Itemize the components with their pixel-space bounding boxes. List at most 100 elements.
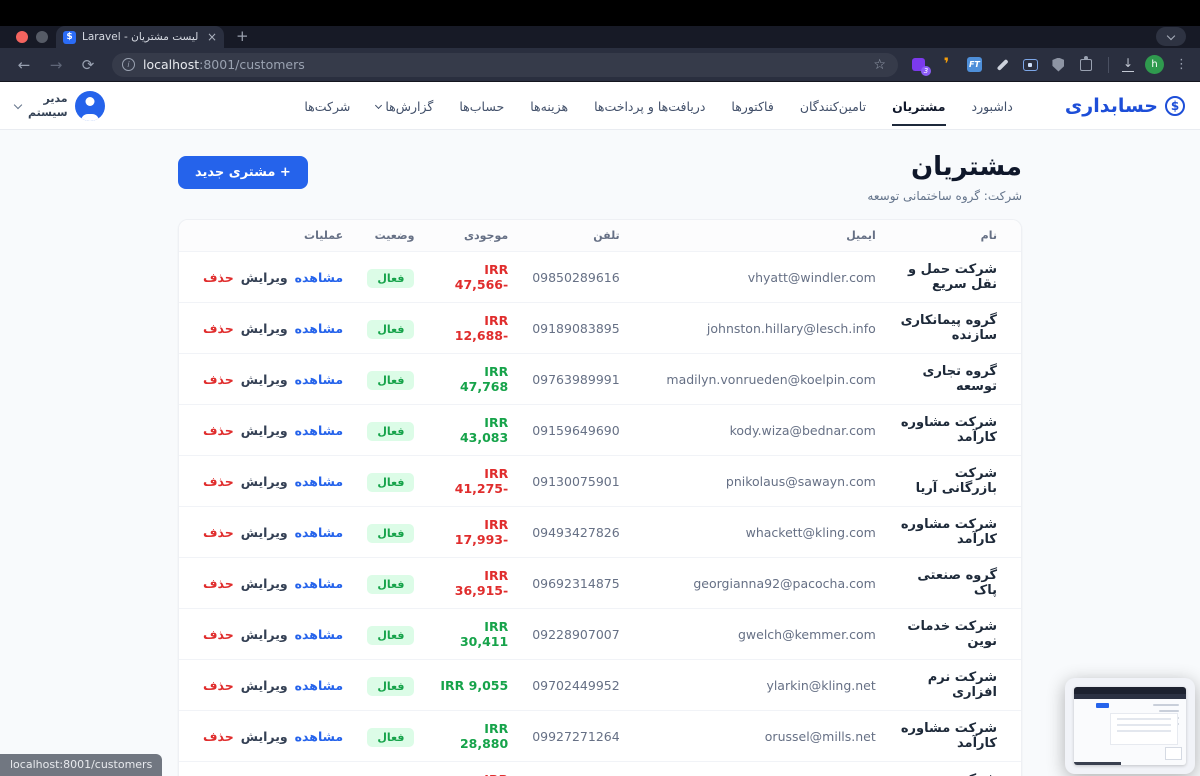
table-row: شرکت نرم افزاری kuvalis.alysha@kunze.com… xyxy=(179,762,1021,776)
customer-status-cell: فعال xyxy=(355,711,426,762)
view-link[interactable]: مشاهده xyxy=(295,270,343,285)
delete-link[interactable]: حذف xyxy=(203,627,234,642)
customer-phone: 09189083895 xyxy=(520,303,631,354)
status-badge: فعال xyxy=(367,269,414,288)
nav-item[interactable]: مشتریان xyxy=(892,85,945,126)
customer-actions-cell: مشاهده ویرایش حذف xyxy=(179,405,355,456)
delete-link[interactable]: حذف xyxy=(203,270,234,285)
reload-button[interactable]: ⟳ xyxy=(76,56,100,74)
customer-name: شرکت خدمات نوین xyxy=(888,609,1021,660)
page-title: مشتریان xyxy=(867,152,1022,182)
edit-link[interactable]: ویرایش xyxy=(241,678,288,693)
view-link[interactable]: مشاهده xyxy=(295,627,343,642)
screenshot-thumbnail[interactable] xyxy=(1065,678,1195,774)
back-button[interactable]: ← xyxy=(12,56,36,74)
site-info-icon[interactable]: i xyxy=(122,58,135,71)
browser-menu-icon[interactable]: ⋮ xyxy=(1175,57,1188,72)
page-header: مشتریان شرکت: گروه ساختمانی توسعه + مشتر… xyxy=(178,152,1022,203)
view-link[interactable]: مشاهده xyxy=(295,423,343,438)
extension-shield-icon[interactable] xyxy=(1050,56,1067,73)
delete-link[interactable]: حذف xyxy=(203,474,234,489)
customer-email: vhyatt@windler.com xyxy=(632,252,888,303)
edit-link[interactable]: ویرایش xyxy=(241,423,288,438)
url-host: localhost xyxy=(143,57,199,72)
edit-link[interactable]: ویرایش xyxy=(241,525,288,540)
view-link[interactable]: مشاهده xyxy=(295,678,343,693)
delete-link[interactable]: حذف xyxy=(203,678,234,693)
customer-phone: 09763989991 xyxy=(520,354,631,405)
extension-comma-icon[interactable]: ❜ xyxy=(938,56,955,73)
view-link[interactable]: مشاهده xyxy=(295,474,343,489)
customers-table: نام ایمیل تلفن موجودی وضعیت عملیات شرکت … xyxy=(179,220,1021,776)
customer-email: pnikolaus@sawayn.com xyxy=(632,456,888,507)
nav-item[interactable]: داشبورد xyxy=(972,85,1013,126)
bookmark-star-icon[interactable]: ☆ xyxy=(873,57,886,73)
header-balance: موجودی xyxy=(426,220,520,252)
browser-tab[interactable]: $ لیست مشتریان - Laravel × xyxy=(56,26,224,48)
app-logo[interactable]: $ حسابداری xyxy=(1065,95,1185,117)
customer-balance: IRR 17,993- xyxy=(426,507,520,558)
delete-link[interactable]: حذف xyxy=(203,576,234,591)
header-email: ایمیل xyxy=(632,220,888,252)
edit-link[interactable]: ویرایش xyxy=(241,729,288,744)
customer-actions-cell: مشاهده ویرایش حذف xyxy=(179,354,355,405)
downloads-icon[interactable]: ↓ xyxy=(1122,57,1134,71)
toolbar-divider xyxy=(1108,57,1109,73)
customers-table-card: نام ایمیل تلفن موجودی وضعیت عملیات شرکت … xyxy=(178,219,1022,776)
edit-link[interactable]: ویرایش xyxy=(241,627,288,642)
status-badge: فعال xyxy=(367,626,414,645)
extension-camera-icon[interactable] xyxy=(1022,56,1039,73)
url-text[interactable]: localhost:8001/customers xyxy=(143,57,305,72)
view-link[interactable]: مشاهده xyxy=(295,729,343,744)
nav-item[interactable]: حساب‌ها xyxy=(459,85,504,126)
customer-name: گروه صنعتی پاک xyxy=(888,558,1021,609)
view-link[interactable]: مشاهده xyxy=(295,525,343,540)
new-customer-button[interactable]: + مشتری جدید xyxy=(178,156,308,189)
view-link[interactable]: مشاهده xyxy=(295,321,343,336)
brand-label: حسابداری xyxy=(1065,95,1158,117)
delete-link[interactable]: حذف xyxy=(203,729,234,744)
customer-actions-cell: مشاهده ویرایش حذف xyxy=(179,762,355,776)
status-badge: فعال xyxy=(367,371,414,390)
minimize-window-button[interactable] xyxy=(36,31,48,43)
extensions-puzzle-icon[interactable] xyxy=(1078,56,1095,73)
extension-ft-icon[interactable]: FT xyxy=(966,56,983,73)
user-menu[interactable]: مدیرسیستم xyxy=(15,91,105,121)
view-link[interactable]: مشاهده xyxy=(295,576,343,591)
nav-item[interactable]: تامین‌کنندگان xyxy=(800,85,866,126)
nav-item[interactable]: هزینه‌ها xyxy=(530,85,568,126)
delete-link[interactable]: حذف xyxy=(203,321,234,336)
edit-link[interactable]: ویرایش xyxy=(241,372,288,387)
customer-status-cell: فعال xyxy=(355,507,426,558)
customer-balance: IRR 47,566- xyxy=(426,252,520,303)
customer-actions-cell: مشاهده ویرایش حذف xyxy=(179,660,355,711)
delete-link[interactable]: حذف xyxy=(203,372,234,387)
edit-link[interactable]: ویرایش xyxy=(241,576,288,591)
nav-item[interactable]: گزارش‌ها xyxy=(376,85,433,126)
customer-email: madilyn.vonrueden@koelpin.com xyxy=(632,354,888,405)
new-tab-button[interactable]: + xyxy=(236,27,249,45)
forward-button[interactable]: → xyxy=(44,56,68,74)
nav-item[interactable]: دریافت‌ها و پرداخت‌ها xyxy=(594,85,705,126)
delete-link[interactable]: حذف xyxy=(203,525,234,540)
profile-avatar[interactable]: h xyxy=(1145,55,1164,74)
nav-item[interactable]: شرکت‌ها xyxy=(304,85,350,126)
customer-name: شرکت بازرگانی آریا xyxy=(888,456,1021,507)
extension-pen-icon[interactable] xyxy=(994,56,1011,73)
view-link[interactable]: مشاهده xyxy=(295,372,343,387)
page-subtitle: شرکت: گروه ساختمانی توسعه xyxy=(867,189,1022,203)
address-bar[interactable]: i localhost:8001/customers ☆ xyxy=(112,53,898,77)
edit-link[interactable]: ویرایش xyxy=(241,474,288,489)
edit-link[interactable]: ویرایش xyxy=(241,321,288,336)
extension-cube-icon[interactable]: 3 xyxy=(910,56,927,73)
table-row: شرکت مشاوره کارآمد kody.wiza@bednar.com … xyxy=(179,405,1021,456)
close-window-button[interactable] xyxy=(16,31,28,43)
delete-link[interactable]: حذف xyxy=(203,423,234,438)
customer-phone: 09228907007 xyxy=(520,609,631,660)
edit-link[interactable]: ویرایش xyxy=(241,270,288,285)
tab-close-icon[interactable]: × xyxy=(207,31,217,43)
nav-item[interactable]: فاکتورها xyxy=(731,85,773,126)
tab-strip-chevron-button[interactable] xyxy=(1156,27,1186,46)
status-badge: فعال xyxy=(367,575,414,594)
customer-name: شرکت حمل و نقل سریع xyxy=(888,252,1021,303)
